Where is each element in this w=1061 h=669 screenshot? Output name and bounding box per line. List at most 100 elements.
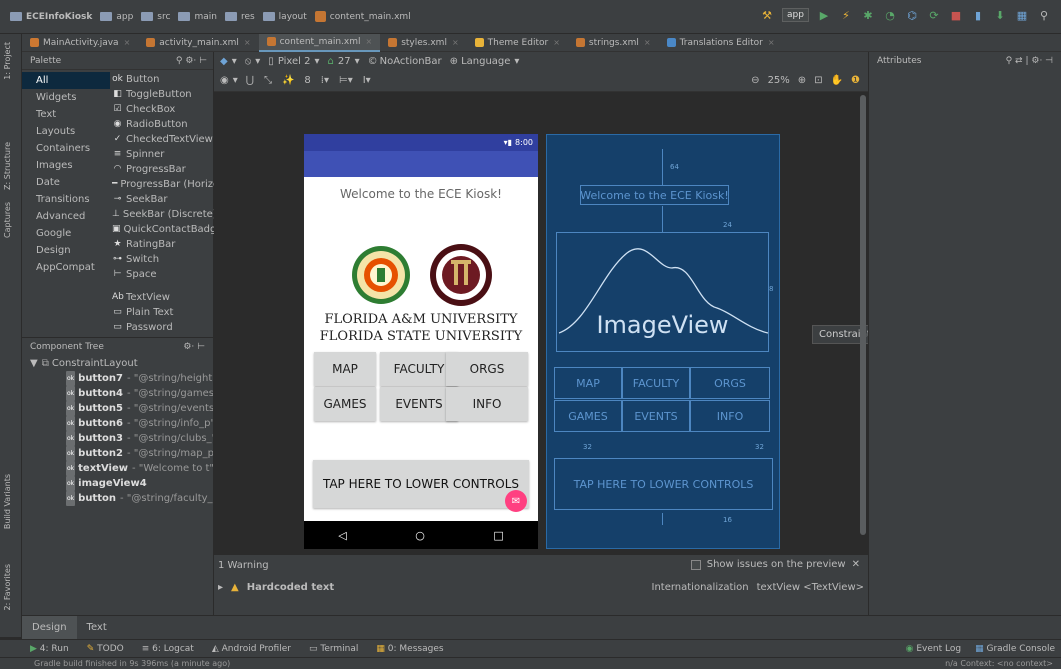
image-view[interactable]: FLORIDA A&M UNIVERSITY FLORIDA STATE UNI… — [314, 242, 528, 352]
apply-changes-icon[interactable]: ⚡ — [839, 8, 853, 22]
profile-icon[interactable]: ◔ — [883, 8, 897, 22]
palette-category-5[interactable]: Images — [22, 157, 110, 174]
tree-node[interactable]: ok button4- "@string/games" — [22, 386, 213, 401]
clear-constraints-icon[interactable]: ⤡ — [264, 75, 272, 86]
theme-select[interactable]: NoActionBar — [380, 56, 442, 67]
editor-tab-1[interactable]: activity_main.xml × — [138, 34, 258, 52]
captures-tool-tab[interactable]: Captures — [3, 202, 12, 238]
tree-node[interactable]: ok button3- "@string/clubs_" — [22, 431, 213, 446]
guidelines-icon[interactable]: I▾ — [363, 75, 371, 86]
gear-icon[interactable]: ⚙ — [185, 56, 193, 66]
tree-node[interactable]: ok button2- "@string/map_p" — [22, 446, 213, 461]
close-icon[interactable]: ✕ — [852, 559, 860, 570]
palette-category-11[interactable]: AppCompat — [22, 259, 110, 276]
gear-icon[interactable]: ⚙ — [1031, 56, 1039, 66]
api-select[interactable]: 27 — [338, 56, 351, 67]
tab-design[interactable]: Design — [22, 615, 77, 640]
palette-category-10[interactable]: Design — [22, 242, 110, 259]
blueprint-button-faculty[interactable]: FACULTY — [622, 367, 690, 399]
preview-button-games[interactable]: GAMES — [314, 387, 376, 421]
blueprint-button-info[interactable]: INFO — [690, 400, 770, 432]
close-icon[interactable]: × — [244, 38, 251, 47]
warning-icon[interactable]: ❶ — [851, 75, 860, 86]
editor-tab-4[interactable]: Theme Editor × — [467, 34, 568, 52]
tree-node[interactable]: ok button7- "@string/height" — [22, 371, 213, 386]
palette-item[interactable]: ⊶ Switch — [112, 252, 214, 267]
palette-category-7[interactable]: Transitions — [22, 191, 110, 208]
tree-node[interactable]: ok textView - "Welcome to t" — [22, 461, 213, 476]
canvas-scrollbar[interactable] — [860, 95, 866, 535]
editor-tab-5[interactable]: strings.xml × — [568, 34, 659, 52]
hide-icon[interactable]: ⊢ — [199, 56, 207, 66]
profiler-tool[interactable]: ◭ Android Profiler — [212, 644, 291, 654]
run-config-select[interactable]: app — [782, 8, 809, 22]
favorites-tool-tab[interactable]: 2: Favorites — [3, 564, 12, 610]
orientation-icon[interactable]: ⦸ — [245, 56, 252, 67]
attach-debugger-icon[interactable]: ⌬ — [905, 8, 919, 22]
editor-tab-0[interactable]: MainActivity.java × — [22, 34, 138, 52]
editor-tab-6[interactable]: Translations Editor × — [659, 34, 783, 52]
recents-icon[interactable]: □ — [493, 529, 503, 542]
palette-item[interactable]: ━ProgressBar (Horizontal) — [112, 177, 214, 192]
run-tool[interactable]: ▶ 4: Run — [30, 644, 69, 654]
search-icon[interactable]: ⚲ — [1006, 56, 1013, 66]
close-icon[interactable]: × — [452, 38, 459, 47]
pack-icon[interactable]: ⁞▾ — [321, 75, 329, 86]
palette-item[interactable]: ◉ RadioButton — [112, 117, 214, 132]
palette-item[interactable]: ok Button — [112, 72, 214, 87]
expand-arrow-icon[interactable]: ▼ — [30, 356, 38, 371]
show-issues-toggle[interactable]: Show issues on the preview ✕ — [690, 559, 860, 570]
align-icon[interactable]: ⊨▾ — [339, 75, 353, 86]
gradle-console-tool[interactable]: ▦ Gradle Console — [975, 644, 1055, 654]
palette-category-6[interactable]: Date — [22, 174, 110, 191]
close-icon[interactable]: × — [644, 38, 651, 47]
structure-tool-tab[interactable]: Z: Structure — [3, 142, 12, 190]
project-tool-tab[interactable]: 1: Project — [3, 42, 12, 80]
palette-item[interactable]: ★ RatingBar — [112, 237, 214, 252]
palette-item[interactable]: ▣ QuickContactBadge — [112, 222, 214, 237]
todo-tool[interactable]: ✎ TODO — [87, 644, 124, 654]
editor-tab-3[interactable]: styles.xml × — [380, 34, 466, 52]
build-variants-tool-tab[interactable]: Build Variants — [3, 474, 12, 529]
breadcrumb-file[interactable]: content_main.xml — [314, 11, 411, 22]
tree-root[interactable]: ▼ ⧉ ConstraintLayout — [22, 356, 213, 371]
breadcrumb-res[interactable]: res — [224, 12, 255, 22]
palette-item[interactable]: ▭ Plain Text — [112, 305, 214, 320]
tree-node[interactable]: ok imageView4 — [22, 476, 213, 491]
palette-category-4[interactable]: Containers — [22, 140, 110, 157]
blueprint-button-map[interactable]: MAP — [554, 367, 622, 399]
close-icon[interactable]: × — [553, 38, 560, 47]
eye-icon[interactable]: ◉ — [220, 75, 229, 86]
blueprint-button-orgs[interactable]: ORGS — [690, 367, 770, 399]
palette-category-9[interactable]: Google — [22, 225, 110, 242]
tree-node[interactable]: ok button - "@string/faculty_" — [22, 491, 213, 506]
preview-button-map[interactable]: MAP — [314, 352, 376, 386]
magnet-icon[interactable]: ⋃ — [246, 75, 254, 86]
palette-item[interactable]: ◠ ProgressBar — [112, 162, 214, 177]
design-preview[interactable]: ▾▮ 8:00 Welcome to the ECE Kiosk! FLORID… — [304, 134, 538, 549]
language-select[interactable]: Language — [461, 56, 510, 67]
palette-item[interactable]: ⊸ SeekBar — [112, 192, 214, 207]
avd-manager-icon[interactable]: ▮ — [971, 8, 985, 22]
palette-category-1[interactable]: Widgets — [22, 89, 110, 106]
breadcrumb-project[interactable]: ECEInfoKiosk — [10, 12, 92, 22]
palette-item[interactable]: ≡ Spinner — [112, 147, 214, 162]
palette-category-8[interactable]: Advanced — [22, 208, 110, 225]
gear-icon[interactable]: ⚙· ⊢ — [183, 342, 205, 352]
run-icon[interactable]: ▶ — [817, 8, 831, 22]
back-icon[interactable]: ◁ — [338, 529, 346, 542]
blueprint-tap-button[interactable]: TAP HERE TO LOWER CONTROLS — [554, 458, 773, 510]
sync-icon[interactable]: ⟳ — [927, 8, 941, 22]
pan-icon[interactable]: ✋ — [831, 75, 843, 86]
search-icon[interactable]: ⚲ — [176, 56, 183, 66]
zoom-in-icon[interactable]: ⊕ — [798, 75, 806, 86]
palette-category-0[interactable]: All — [22, 72, 110, 89]
issue-row[interactable]: ▸ ▲ Hardcoded text Internationalization … — [218, 582, 864, 593]
hammer-icon[interactable]: ⚒ — [760, 8, 774, 22]
blueprint-imageview[interactable]: ImageView — [556, 232, 769, 352]
zoom-out-icon[interactable]: ⊖ — [751, 75, 759, 86]
palette-item[interactable]: ⊢ Space — [112, 267, 214, 282]
default-margin[interactable]: 8 — [304, 75, 310, 86]
welcome-text[interactable]: Welcome to the ECE Kiosk! — [304, 187, 538, 201]
terminal-tool[interactable]: ▭ Terminal — [309, 644, 358, 654]
